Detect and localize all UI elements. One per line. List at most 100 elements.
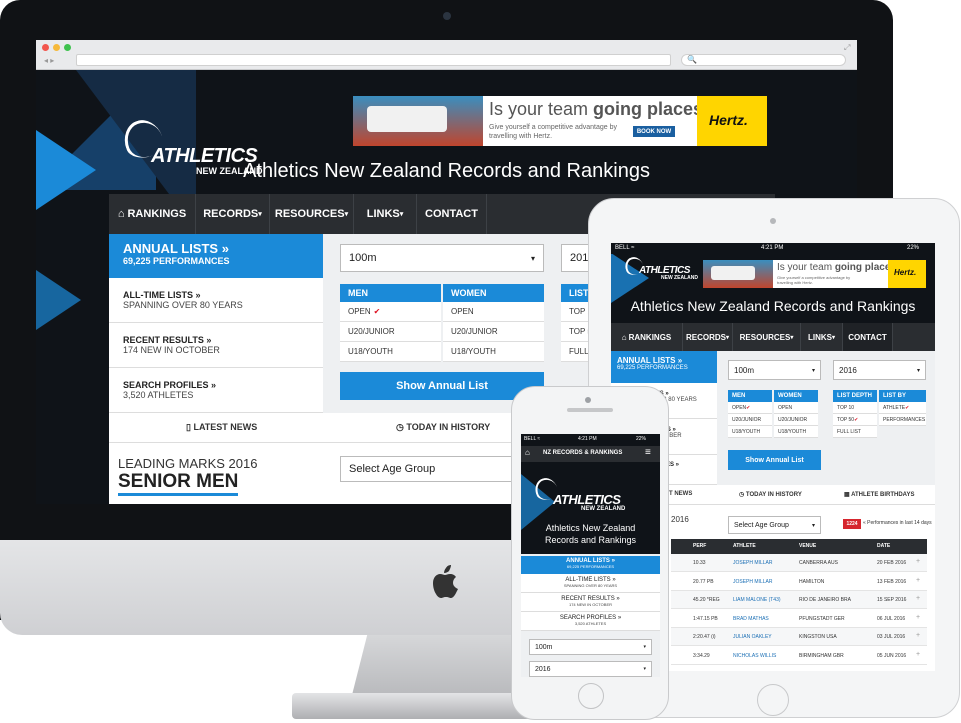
event-select[interactable]: 100m ▾ (529, 639, 652, 655)
event-select[interactable]: 100m ▾ (340, 244, 544, 272)
sidebar-item-annual-lists[interactable]: ANNUAL LISTS » 69,225 PERFORMANCES (611, 351, 717, 383)
back-forward-icon[interactable]: ◂ ▸ (44, 56, 54, 65)
iphone-nav-title[interactable]: NZ RECORDS & RANKINGS (543, 450, 622, 456)
men-open-option[interactable]: OPEN ✔ (340, 302, 441, 322)
table-row[interactable]: 45.20 *REG LIAM MALONE (T43) RIO DE JANEIR… (671, 591, 927, 609)
sidebar-item-search-profiles[interactable]: SEARCH PROFILES » 3,520 ATHLETES (109, 368, 323, 413)
tab-athlete-birthdays[interactable]: ▦ ATHLETE BIRTHDAYS (844, 491, 914, 498)
women-junior-option[interactable]: U20/JUNIOR (774, 414, 818, 426)
expand-icon[interactable]: + (916, 577, 920, 584)
nav-links[interactable]: LINKS ▾ (354, 194, 417, 234)
cell-date: 13 FEB 2016 (877, 578, 907, 585)
cell-athlete[interactable]: BRAD MATHAS (733, 616, 769, 622)
table-row[interactable]: 1:47.15 PB BRAD MATHAS PFUNGSTADT GER 06 JU… (671, 609, 927, 628)
ad-book-now-button[interactable]: BOOK NOW (633, 126, 675, 137)
tab-latest-news[interactable]: ▯ LATEST NEWS (186, 422, 257, 433)
women-youth-option[interactable]: U18/YOUTH (774, 426, 818, 438)
maximize-dot-icon[interactable] (64, 44, 71, 51)
performance-note: « Performances in last 14 days (863, 520, 932, 526)
women-open-option[interactable]: OPEN (443, 302, 544, 322)
men-open-option[interactable]: OPEN ✔ (728, 402, 772, 414)
women-youth-option[interactable]: U18/YOUTH (443, 342, 544, 362)
women-open-option[interactable]: OPEN (774, 402, 818, 414)
men-junior-option[interactable]: U20/JUNIOR (728, 414, 772, 426)
home-icon[interactable]: ⌂ (525, 448, 530, 457)
women-header: WOMEN (774, 390, 818, 402)
men-header: MEN (728, 390, 772, 402)
men-youth-option[interactable]: U18/YOUTH (728, 426, 772, 438)
ad-body: Give yourself a competitive advantage by… (489, 124, 618, 140)
nav-resources[interactable]: RESOURCES ▾ (270, 194, 354, 234)
sidebar-item-all-time[interactable]: ALL-TIME LISTS » SPANNING OVER 80 YEARS (109, 278, 323, 323)
tab-today-in-history[interactable]: ◷ TODAY IN HISTORY (739, 491, 802, 498)
iphone-home-button[interactable] (578, 683, 604, 709)
table-row[interactable]: 20.77 PB JOSEPH MILLAR HAMILTON 13 FEB 2016… (671, 572, 927, 591)
option-label: TOP 50 (837, 416, 855, 423)
sidebar-item-annual-lists[interactable]: ANNUAL LISTS » 69,225 PERFORMANCES (521, 556, 660, 574)
expand-icon[interactable]: + (916, 632, 920, 639)
depth-full-option[interactable]: FULL LIST (833, 426, 877, 438)
expand-icon[interactable]: + (916, 558, 920, 565)
close-dot-icon[interactable] (42, 44, 49, 51)
list-depth-header: LIST DEPTH (833, 390, 877, 402)
cell-athlete[interactable]: JOSEPH MILLAR (733, 579, 772, 585)
table-row[interactable]: 2:20.47 (i) JULIAN OAKLEY KINGSTON USA 03 J… (671, 628, 927, 646)
nav-links-label: LINKS (807, 332, 832, 342)
by-athlete-option[interactable]: ATHLETE ✔ (879, 402, 926, 414)
women-junior-option[interactable]: U20/JUNIOR (443, 322, 544, 342)
table-row[interactable]: 10.33 JOSEPH MILLAR CANBERRA AUS 20 FEB 201… (671, 554, 927, 572)
nav-links[interactable]: LINKS ▾ (801, 323, 843, 351)
nav-contact[interactable]: CONTACT (417, 194, 487, 234)
sidebar-item-title: ANNUAL LISTS » (123, 241, 229, 256)
tab-today-in-history[interactable]: ◷ TODAY IN HISTORY (396, 422, 490, 433)
sidebar-item-annual-lists[interactable]: ANNUAL LISTS » 69,225 PERFORMANCES (109, 234, 323, 278)
year-select[interactable]: 2016 ▾ (529, 661, 652, 677)
sidebar-item-search-profiles[interactable]: SEARCH PROFILES » 3,520 ATHLETES (521, 612, 660, 631)
hamburger-menu-icon[interactable]: ≡ (645, 447, 651, 458)
cell-athlete[interactable]: JULIAN OAKLEY (733, 634, 772, 640)
sidebar-item-recent-results[interactable]: RECENT RESULTS » 174 NEW IN OCTOBER (521, 593, 660, 612)
minimize-dot-icon[interactable] (53, 44, 60, 51)
nav-contact[interactable]: CONTACT (843, 323, 893, 351)
nav-rankings[interactable]: ⌂ RANKINGS (611, 323, 683, 351)
cell-athlete[interactable]: NICHOLAS WILLIS (733, 653, 776, 659)
cell-athlete[interactable]: LIAM MALONE (T43) (733, 597, 781, 603)
men-junior-option[interactable]: U20/JUNIOR (340, 322, 441, 342)
caret-down-icon: ▾ (399, 211, 404, 218)
expand-icon[interactable]: + (916, 614, 920, 621)
event-select-value: 100m (535, 643, 553, 651)
men-youth-option[interactable]: U18/YOUTH (340, 342, 441, 362)
nav-resources[interactable]: RESOURCES ▾ (733, 323, 801, 351)
main-nav: ⌂ RANKINGS RECORDS ▾ RESOURCES ▾ LINKS ▾ CON… (611, 323, 935, 351)
col-perf-header: PERF (693, 543, 707, 549)
expand-icon[interactable]: + (916, 651, 920, 658)
ipad-home-button[interactable] (757, 684, 789, 716)
hertz-ad-banner[interactable]: Is your team going places? Give yourself… (703, 260, 926, 288)
expand-icon[interactable]: + (916, 595, 920, 602)
age-group-select[interactable]: Select Age Group ▾ (728, 516, 821, 534)
fullscreen-icon[interactable]: ⤢ (844, 43, 850, 53)
hertz-logo: Hertz. (697, 96, 767, 146)
browser-search-input[interactable]: 🔍 (681, 54, 846, 66)
nav-records[interactable]: RECORDS ▾ (196, 194, 270, 234)
nav-rankings[interactable]: ⌂ RANKINGS (109, 194, 196, 234)
sidebar-item-all-time[interactable]: ALL-TIME LISTS » SPANNING OVER 80 YEARS (521, 574, 660, 593)
address-bar[interactable] (76, 54, 671, 66)
hertz-ad-banner[interactable]: Is your team going places? Give yourself… (353, 96, 767, 146)
nav-records[interactable]: RECORDS ▾ (683, 323, 733, 351)
sidebar-item-sub: 69,225 PERFORMANCES (566, 564, 615, 569)
depth-top10-option[interactable]: TOP 10 (833, 402, 877, 414)
check-icon: ✔ (854, 416, 859, 423)
show-annual-list-button[interactable]: Show Annual List (340, 372, 544, 400)
by-performances-option[interactable]: PERFORMANCES (879, 414, 926, 426)
year-select[interactable]: 2016 ▾ (833, 360, 926, 380)
show-annual-list-button[interactable]: Show Annual List (728, 450, 821, 470)
time-label: 4:21 PM (761, 245, 784, 251)
age-group-select[interactable]: Select Age Group (340, 456, 520, 482)
event-select-value: 100m (734, 365, 755, 375)
cell-athlete[interactable]: JOSEPH MILLAR (733, 560, 772, 566)
table-row[interactable]: 3:34.29 NICHOLAS WILLIS BIRMINGHAM GBR 05 J… (671, 646, 927, 665)
depth-top50-option[interactable]: TOP 50 ✔ (833, 414, 877, 426)
event-select[interactable]: 100m ▾ (728, 360, 821, 380)
sidebar-item-recent-results[interactable]: RECENT RESULTS » 174 NEW IN OCTOBER (109, 323, 323, 368)
